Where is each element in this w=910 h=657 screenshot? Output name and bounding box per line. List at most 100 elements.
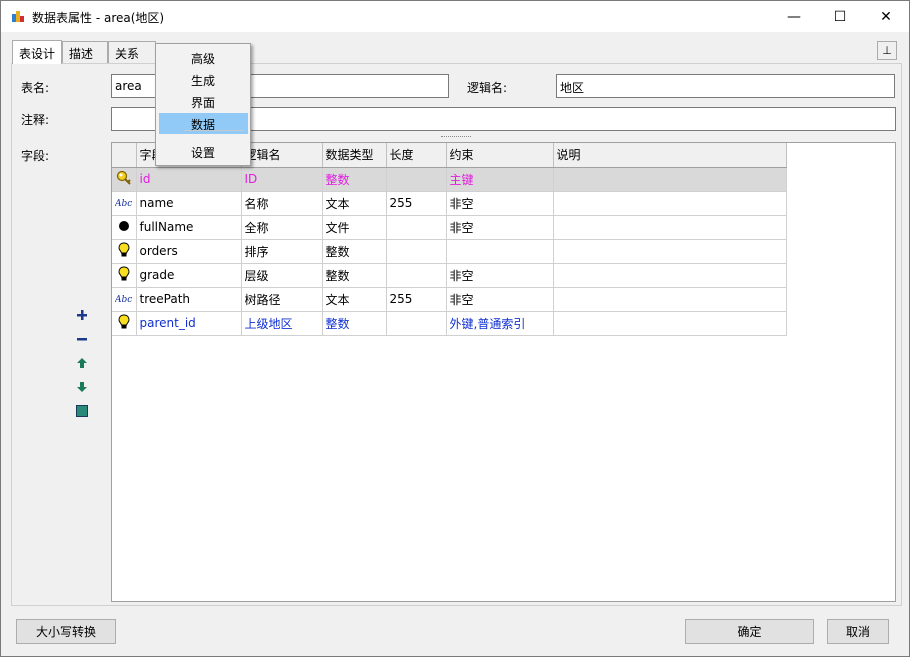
fields-label: 字段: xyxy=(21,149,50,163)
svg-text:Abc: Abc xyxy=(115,295,132,305)
cell-description[interactable] xyxy=(553,215,787,240)
abc-icon: Abc xyxy=(112,191,137,216)
cell-length[interactable]: 255 xyxy=(386,191,447,216)
bulb-icon xyxy=(112,311,137,336)
cell-length[interactable] xyxy=(386,215,447,240)
cell-constraint[interactable]: 主键 xyxy=(446,167,554,192)
col-header-length[interactable]: 长度 xyxy=(386,143,447,168)
cell-field-name[interactable]: id xyxy=(136,167,242,192)
cell-length[interactable]: 255 xyxy=(386,287,447,312)
col-header-icon[interactable] xyxy=(112,143,137,168)
cell-data-type[interactable]: 整数 xyxy=(322,311,387,336)
cell-field-name[interactable]: orders xyxy=(136,239,242,264)
table-row[interactable]: fullName 全称 文件 非空 xyxy=(112,215,787,240)
cell-description[interactable] xyxy=(553,191,787,216)
cell-constraint[interactable]: 非空 xyxy=(446,215,554,240)
dot-icon xyxy=(112,215,137,240)
col-header-logic-name[interactable]: 逻辑名 xyxy=(241,143,323,168)
cell-constraint[interactable]: 非空 xyxy=(446,191,554,216)
arrow-up-icon xyxy=(77,358,87,368)
cell-data-type[interactable]: 文本 xyxy=(322,191,387,216)
cell-description[interactable] xyxy=(553,287,787,312)
menu-item-advanced[interactable]: 高级 xyxy=(159,47,248,68)
cell-constraint[interactable]: 非空 xyxy=(446,263,554,288)
plus-icon xyxy=(77,310,87,320)
svg-text:Abc: Abc xyxy=(115,199,132,209)
col-header-description[interactable]: 说明 xyxy=(553,143,787,168)
logic-name-label: 逻辑名: xyxy=(467,81,508,95)
cell-logic-name[interactable]: 名称 xyxy=(241,191,323,216)
cell-description[interactable] xyxy=(553,263,787,288)
dialog-window: 数据表属性 - area(地区) — ☐ ✕ 表设计 描述 关系 ⊥ 表名: a… xyxy=(0,0,910,657)
table-row[interactable]: orders 排序 整数 xyxy=(112,239,787,264)
bulb-icon xyxy=(112,263,137,288)
grid-icon xyxy=(76,405,88,417)
table-row[interactable]: grade 层级 整数 非空 xyxy=(112,263,787,288)
cell-logic-name[interactable]: ID xyxy=(241,167,323,192)
cell-description[interactable] xyxy=(553,239,787,264)
cell-logic-name[interactable]: 层级 xyxy=(241,263,323,288)
menu-separator xyxy=(184,130,244,131)
cancel-button[interactable]: 取消 xyxy=(827,619,889,644)
col-header-data-type[interactable]: 数据类型 xyxy=(322,143,387,168)
field-settings-button[interactable] xyxy=(73,402,91,420)
app-icon xyxy=(12,11,24,22)
window-title: 数据表属性 - area(地区) xyxy=(32,11,165,25)
cell-field-name[interactable]: parent_id xyxy=(136,311,242,336)
table-row[interactable]: Abc treePath 树路径 文本 255 非空 xyxy=(112,287,787,312)
comment-label: 注释: xyxy=(21,113,50,127)
title-bar: 数据表属性 - area(地区) — ☐ ✕ xyxy=(1,1,909,32)
cell-field-name[interactable]: treePath xyxy=(136,287,242,312)
key-icon xyxy=(112,167,137,192)
cell-data-type[interactable]: 整数 xyxy=(322,167,387,192)
tab-table-design[interactable]: 表设计 xyxy=(12,40,62,64)
cell-data-type[interactable]: 整数 xyxy=(322,239,387,264)
cell-constraint[interactable] xyxy=(446,239,554,264)
minus-icon xyxy=(77,338,87,341)
move-up-button[interactable] xyxy=(73,354,91,372)
case-convert-button[interactable]: 大小写转换 xyxy=(16,619,116,644)
tab-relations[interactable]: 关系 xyxy=(108,41,156,64)
cell-constraint[interactable]: 非空 xyxy=(446,287,554,312)
col-header-constraint[interactable]: 约束 xyxy=(446,143,554,168)
remove-field-button[interactable] xyxy=(73,330,91,348)
table-name-label: 表名: xyxy=(21,81,50,95)
table-row[interactable]: id ID 整数 主键 xyxy=(112,167,787,192)
cell-length[interactable] xyxy=(386,239,447,264)
cell-length[interactable] xyxy=(386,263,447,288)
cell-length[interactable] xyxy=(386,167,447,192)
cell-constraint[interactable]: 外键,普通索引 xyxy=(446,311,554,336)
pin-button[interactable]: ⊥ xyxy=(877,41,897,60)
cell-logic-name[interactable]: 排序 xyxy=(241,239,323,264)
table-row[interactable]: Abc name 名称 文本 255 非空 xyxy=(112,191,787,216)
tab-description[interactable]: 描述 xyxy=(62,41,108,64)
cell-logic-name[interactable]: 上级地区 xyxy=(241,311,323,336)
splitter-handle[interactable] xyxy=(441,136,471,138)
cell-description[interactable] xyxy=(553,167,787,192)
cell-data-type[interactable]: 整数 xyxy=(322,263,387,288)
cell-logic-name[interactable]: 全称 xyxy=(241,215,323,240)
context-menu: 高级 生成 界面 数据 设置 xyxy=(155,43,251,166)
move-down-button[interactable] xyxy=(73,378,91,396)
cell-field-name[interactable]: fullName xyxy=(136,215,242,240)
bulb-icon xyxy=(112,239,137,264)
ok-button[interactable]: 确定 xyxy=(685,619,814,644)
logic-name-input[interactable]: 地区 xyxy=(556,74,895,98)
cell-data-type[interactable]: 文本 xyxy=(322,287,387,312)
arrow-down-icon xyxy=(77,382,87,392)
minimize-button[interactable]: — xyxy=(771,1,817,32)
menu-item-interface[interactable]: 界面 xyxy=(159,91,248,112)
cell-length[interactable] xyxy=(386,311,447,336)
table-row[interactable]: parent_id 上级地区 整数 外键,普通索引 xyxy=(112,311,787,336)
fields-grid: 字段名 逻辑名 数据类型 长度 约束 说明 id ID 整数 主 xyxy=(111,142,896,602)
menu-item-settings[interactable]: 设置 xyxy=(159,141,248,162)
close-button[interactable]: ✕ xyxy=(863,1,909,32)
cell-field-name[interactable]: grade xyxy=(136,263,242,288)
add-field-button[interactable] xyxy=(73,306,91,324)
cell-logic-name[interactable]: 树路径 xyxy=(241,287,323,312)
cell-field-name[interactable]: name xyxy=(136,191,242,216)
cell-data-type[interactable]: 文件 xyxy=(322,215,387,240)
cell-description[interactable] xyxy=(553,311,787,336)
menu-item-generate[interactable]: 生成 xyxy=(159,69,248,90)
maximize-button[interactable]: ☐ xyxy=(817,1,863,32)
